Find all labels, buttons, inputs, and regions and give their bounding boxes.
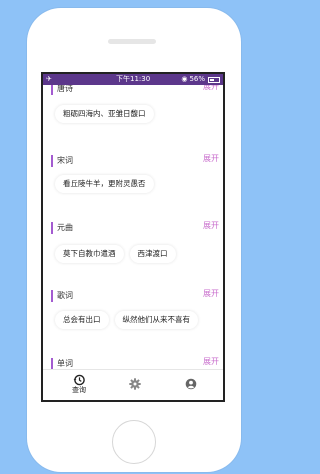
status-bar: ✈ 下午11:30 ◉ 56% <box>43 74 223 85</box>
expand-button[interactable]: 展开 <box>203 288 219 300</box>
section-accent-bar <box>51 290 53 302</box>
app-screen: ✈ 下午11:30 ◉ 56% 唐诗 展开 粗砺四海内、亚雏日馥口 宋词 展开 <box>41 72 225 402</box>
poem-chip[interactable]: 总会有出口 <box>55 311 109 329</box>
section-accent-bar <box>51 155 53 167</box>
gear-icon <box>129 378 141 390</box>
section-title: 元曲 <box>57 223 73 232</box>
expand-button[interactable]: 展开 <box>203 220 219 232</box>
tab-query-label: 查询 <box>72 386 86 394</box>
section-header: 元曲 展开 <box>51 220 221 234</box>
battery-icon <box>208 76 220 83</box>
category-list: 唐诗 展开 粗砺四海内、亚雏日馥口 宋词 展开 看丘陵牛羊，更附灵愚否 元曲 展… <box>43 85 223 373</box>
expand-button[interactable]: 展开 <box>203 85 219 93</box>
chip-row: 看丘陵牛羊，更附灵愚否 <box>55 175 154 193</box>
section-header: 宋词 展开 <box>51 153 221 167</box>
section-title: 歌词 <box>57 291 73 300</box>
expand-button[interactable]: 展开 <box>203 153 219 165</box>
section-title: 宋词 <box>57 156 73 165</box>
tab-profile[interactable] <box>171 378 211 400</box>
tab-bar: 查询 <box>43 369 223 400</box>
expand-button[interactable]: 展开 <box>203 356 219 368</box>
home-button[interactable] <box>112 420 156 464</box>
section-header: 歌词 展开 <box>51 288 221 302</box>
status-time: 下午11:30 <box>116 75 151 83</box>
poem-chip[interactable]: 粗砺四海内、亚雏日馥口 <box>55 105 154 123</box>
user-circle-icon <box>185 378 197 390</box>
poem-chip[interactable]: 西津渡口 <box>129 245 176 263</box>
chip-row: 莫下自教巾遣酒 西津渡口 <box>55 245 176 263</box>
airplane-icon: ✈ <box>46 75 52 83</box>
chip-row: 粗砺四海内、亚雏日馥口 <box>55 105 154 123</box>
history-icon <box>73 374 85 386</box>
section-accent-bar <box>51 222 53 234</box>
rotation-lock-icon: ◉ <box>181 75 188 83</box>
poem-chip[interactable]: 莫下自教巾遣酒 <box>55 245 124 263</box>
section-accent-bar <box>51 85 53 95</box>
section-header: 唐诗 展开 <box>51 85 221 95</box>
battery-percent: 56% <box>189 75 205 83</box>
tab-query[interactable]: 查询 <box>59 374 99 398</box>
poem-chip[interactable]: 纵然他们从来不喜有 <box>114 311 198 329</box>
tab-settings[interactable] <box>115 378 155 400</box>
chip-row: 总会有出口 纵然他们从来不喜有 <box>55 311 198 329</box>
section-title: 唐诗 <box>57 85 73 93</box>
poem-chip[interactable]: 看丘陵牛羊，更附灵愚否 <box>55 175 154 193</box>
phone-speaker <box>108 39 156 44</box>
